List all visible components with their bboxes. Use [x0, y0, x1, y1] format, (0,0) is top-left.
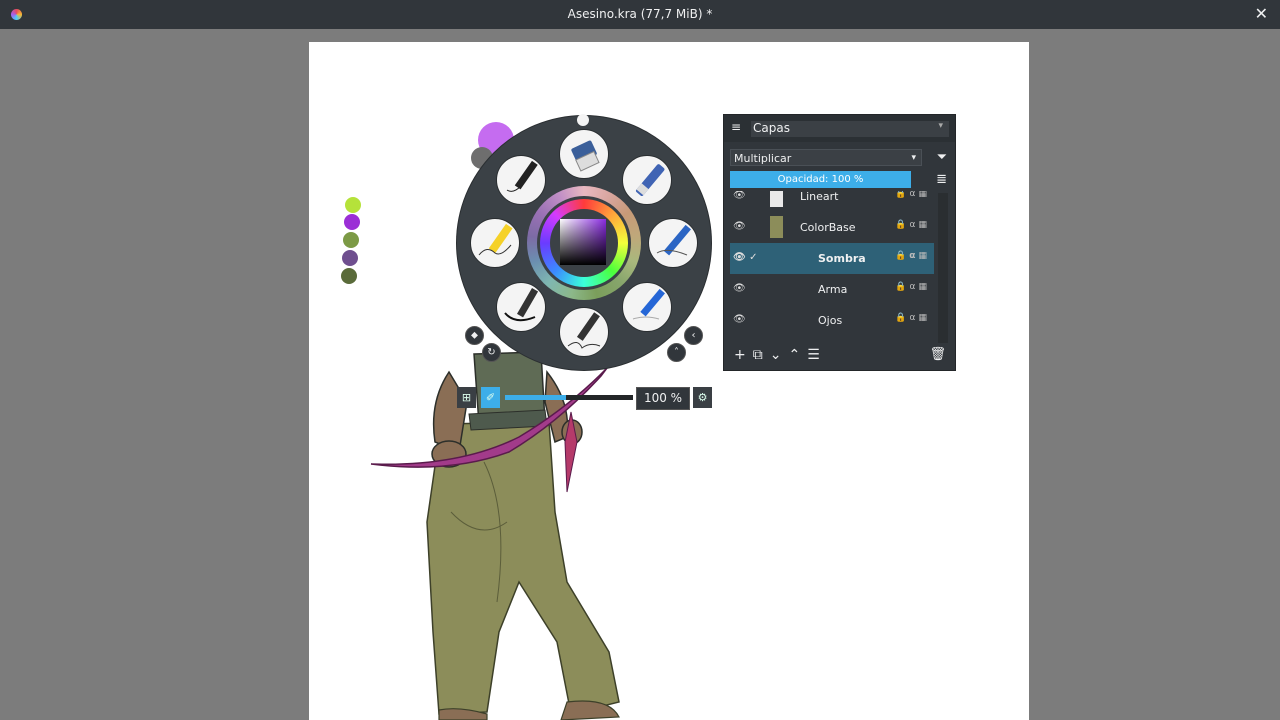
- layer-name: ColorBase: [800, 221, 856, 234]
- tag-icon[interactable]: ⬥: [465, 326, 484, 345]
- visibility-icon[interactable]: 👁: [733, 221, 746, 232]
- expand-up-icon[interactable]: ˄: [667, 343, 686, 362]
- brush-preset-pencil-sketch[interactable]: [622, 282, 672, 332]
- layer-flags[interactable]: 🔒α▦: [895, 220, 930, 230]
- opacity-slider[interactable]: Opacidad: 100 %: [730, 171, 911, 188]
- options-icon[interactable]: ≣: [936, 172, 947, 187]
- move-down-icon[interactable]: ⌄: [770, 347, 789, 363]
- properties-icon[interactable]: ☰: [807, 347, 827, 363]
- visibility-icon[interactable]: 👁: [733, 283, 746, 294]
- layer-name: Ojos: [818, 314, 843, 327]
- visibility-icon[interactable]: 👁: [733, 191, 746, 201]
- collapse-icon[interactable]: ‹: [684, 326, 703, 345]
- layer-row[interactable]: 👁 Lineart 🔒α▦: [730, 191, 934, 212]
- brush-preset-pencil-blue[interactable]: [648, 218, 698, 268]
- docker-header: ≡ Capas: [724, 115, 955, 142]
- reset-rotation-icon[interactable]: ↻: [482, 343, 501, 362]
- layer-row[interactable]: 👁 ✓ Sombra 🔒α▦: [730, 243, 934, 274]
- layer-name: Arma: [818, 283, 848, 296]
- layer-actions: +⧉⌄⌃☰: [734, 347, 827, 363]
- layer-flags[interactable]: 🔒α▦: [895, 313, 930, 323]
- brush-preset-marker[interactable]: [622, 155, 672, 205]
- brush-preset-pen-calligraphy[interactable]: [559, 307, 609, 357]
- slider-fill: [505, 395, 567, 400]
- visibility-icon[interactable]: 👁: [733, 314, 746, 325]
- layer-scrollbar[interactable]: [938, 193, 948, 343]
- layer-name: Lineart: [800, 191, 839, 203]
- brush-preset-ink-pen[interactable]: [496, 155, 546, 205]
- slider-value[interactable]: 100 %: [636, 387, 690, 410]
- add-icon[interactable]: +: [734, 347, 753, 363]
- brush-preset-ink-brush[interactable]: [496, 282, 546, 332]
- docker-title[interactable]: Capas: [751, 121, 949, 137]
- palette-handle[interactable]: [577, 114, 589, 126]
- layer-flags[interactable]: 🔒α▦: [895, 191, 930, 199]
- filter-icon[interactable]: ⏷: [937, 150, 947, 165]
- brush-preset-marker-yellow[interactable]: [470, 218, 520, 268]
- pin-icon[interactable]: ⊞: [457, 387, 476, 408]
- layer-list: 👁 Lineart 🔒α▦ 👁 ColorBase 🔒α▦ 👁 ✓ Sombra…: [730, 191, 934, 345]
- layer-thumbnail: [770, 216, 783, 238]
- move-up-icon[interactable]: ⌃: [788, 347, 807, 363]
- layer-row[interactable]: 👁 Ojos 🔒α▦: [730, 305, 934, 336]
- layer-thumbnail: [770, 191, 783, 207]
- layer-flags[interactable]: 🔒α▦: [895, 282, 930, 292]
- recent-color-swatch[interactable]: [342, 250, 358, 266]
- layer-row[interactable]: 👁 ColorBase 🔒α▦: [730, 212, 934, 243]
- docker-menu-icon[interactable]: ≡: [731, 120, 741, 134]
- recent-color-swatch[interactable]: [341, 268, 357, 284]
- recent-color-swatch[interactable]: [344, 214, 360, 230]
- layers-docker: ≡ Capas Multiplicar ⏷ Opacidad: 100 % ≣ …: [723, 114, 956, 371]
- brush-size-icon[interactable]: ✐: [481, 387, 500, 408]
- slider-track[interactable]: [505, 395, 633, 400]
- layer-row[interactable]: 👁 Arma 🔒α▦: [730, 274, 934, 305]
- layer-flags[interactable]: 🔒α▦: [895, 251, 930, 261]
- close-icon[interactable]: ✕: [1255, 4, 1268, 23]
- brush-preset-eraser[interactable]: [559, 129, 609, 179]
- layer-name: Sombra: [818, 252, 866, 265]
- title-bar: Asesino.kra (77,7 MiB) * ✕: [0, 0, 1280, 29]
- brush-size-slider[interactable]: ⊞ ✐ 100 % ⚙: [455, 385, 713, 410]
- recent-color-swatch[interactable]: [343, 232, 359, 248]
- blend-mode-select[interactable]: Multiplicar: [730, 149, 922, 167]
- duplicate-icon[interactable]: ⧉: [753, 347, 770, 363]
- settings-icon[interactable]: ⚙: [693, 387, 712, 408]
- recent-color-swatch[interactable]: [345, 197, 361, 213]
- saturation-value-square[interactable]: [560, 219, 606, 265]
- window-title: Asesino.kra (77,7 MiB) *: [567, 7, 713, 21]
- visibility-icon[interactable]: 👁 ✓: [733, 252, 758, 263]
- delete-icon[interactable]: 🗑: [929, 347, 946, 362]
